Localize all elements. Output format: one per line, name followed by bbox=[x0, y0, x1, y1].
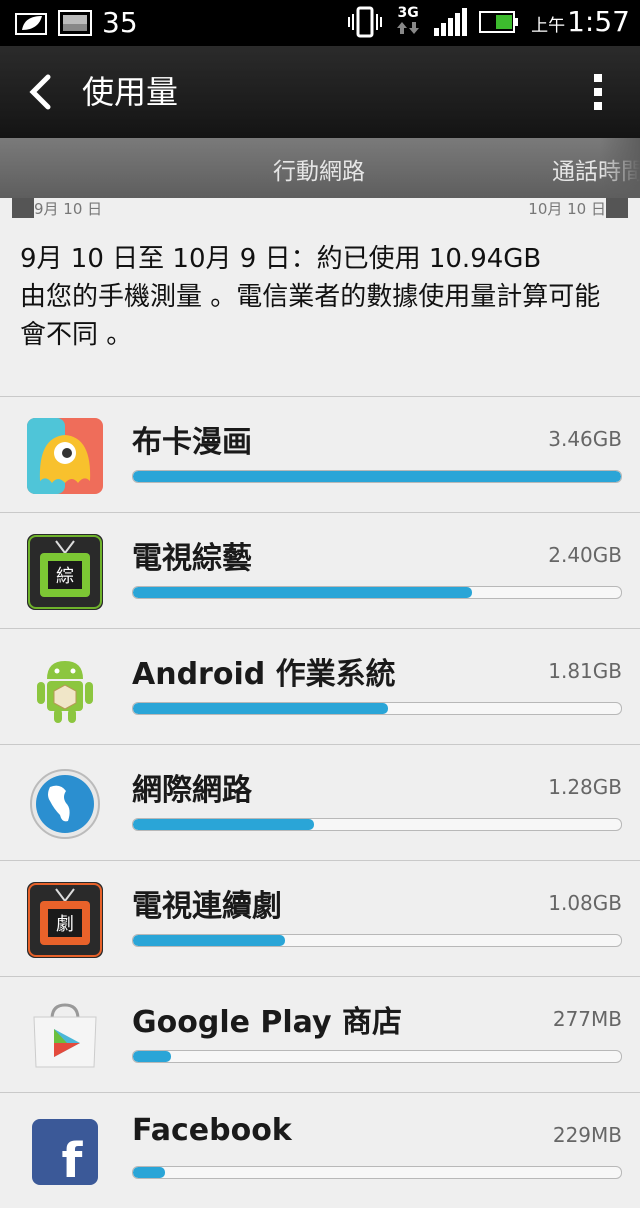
usage-summary-line1: 9月 10 日至 10月 9 日：約已使用 10.94GB bbox=[20, 244, 542, 274]
app-row[interactable]: 劇 電視連續劇 1.08GB bbox=[0, 860, 640, 976]
usage-bar bbox=[132, 934, 622, 947]
app-row[interactable]: f Facebook 229MB bbox=[0, 1092, 640, 1208]
app-row[interactable]: 網際網路 1.28GB bbox=[0, 744, 640, 860]
app-row[interactable]: 綜 電視綜藝 2.40GB bbox=[0, 512, 640, 628]
back-icon[interactable] bbox=[26, 74, 56, 110]
end-handle[interactable] bbox=[606, 198, 628, 218]
usage-summary: 9月 10 日至 10月 9 日：約已使用 10.94GB 由您的手機測量 。電… bbox=[20, 240, 620, 354]
usage-bar-fill bbox=[133, 1051, 172, 1062]
end-date-label: 10月 10 日 bbox=[528, 200, 606, 218]
app-usage-size: 1.28GB bbox=[548, 775, 622, 799]
action-bar: 使用量 bbox=[0, 46, 640, 138]
app-name: 網際網路 bbox=[132, 773, 252, 808]
app-name: 電視綜藝 bbox=[132, 541, 252, 576]
signal-icon bbox=[434, 8, 468, 36]
leaf-icon bbox=[15, 13, 47, 35]
vibrate-icon bbox=[348, 6, 383, 38]
app-row[interactable]: 布卡漫画 3.46GB bbox=[0, 396, 640, 512]
usage-bar bbox=[132, 1166, 622, 1179]
app-usage-size: 2.40GB bbox=[548, 543, 622, 567]
tab-bar: 行動網路 通話時間 bbox=[0, 138, 640, 198]
usage-bar-fill bbox=[133, 471, 621, 482]
usage-bar bbox=[132, 1050, 622, 1063]
overflow-menu-icon[interactable] bbox=[594, 74, 602, 110]
status-bar: 35 3G 上午1:57 bbox=[0, 0, 640, 46]
app-row[interactable]: Android 作業系統 1.81GB bbox=[0, 628, 640, 744]
svg-text:劇: 劇 bbox=[56, 914, 74, 935]
tab-mobile-network[interactable]: 行動網路 bbox=[273, 152, 365, 186]
svg-text:f: f bbox=[62, 1133, 84, 1189]
usage-bar bbox=[132, 470, 622, 483]
app-row[interactable]: Google Play 商店 277MB bbox=[0, 976, 640, 1092]
usage-bar-fill bbox=[133, 819, 314, 830]
android-icon bbox=[37, 661, 93, 723]
app-name: Facebook bbox=[132, 1113, 292, 1148]
clock: 1:57 bbox=[567, 5, 630, 38]
play-store-icon bbox=[33, 1003, 97, 1068]
battery-icon bbox=[479, 11, 519, 33]
app-usage-size: 277MB bbox=[552, 1007, 622, 1031]
app-name: Google Play 商店 bbox=[132, 1005, 402, 1040]
usage-bar bbox=[132, 818, 622, 831]
usage-bar-fill bbox=[133, 1167, 166, 1178]
app-usage-size: 229MB bbox=[552, 1123, 622, 1147]
start-date-label: 9月 10 日 bbox=[34, 200, 103, 218]
app-usage-size: 1.81GB bbox=[548, 659, 622, 683]
app-name: 電視連續劇 bbox=[132, 889, 282, 924]
app-usage-size: 1.08GB bbox=[548, 891, 622, 915]
ampm-label: 上午 bbox=[531, 16, 566, 36]
usage-bar-fill bbox=[133, 703, 389, 714]
usage-bar-fill bbox=[133, 587, 472, 598]
3g-icon: 3G bbox=[395, 6, 421, 39]
usage-bar bbox=[132, 702, 622, 715]
usage-bar bbox=[132, 586, 622, 599]
notification-count: 35 bbox=[102, 6, 138, 39]
page-title: 使用量 bbox=[82, 73, 179, 111]
app-name: 布卡漫画 bbox=[132, 425, 252, 460]
app-name: Android 作業系統 bbox=[132, 657, 396, 692]
image-icon bbox=[58, 10, 92, 36]
tv-variety-icon: 綜 bbox=[27, 534, 103, 610]
buka-comic-icon bbox=[27, 418, 103, 494]
globe-icon bbox=[30, 769, 100, 839]
start-handle[interactable] bbox=[12, 198, 34, 218]
network-type: 3G bbox=[397, 4, 419, 21]
usage-summary-line2: 由您的手機測量 。電信業者的數據使用量計算可能會不同 。 bbox=[20, 282, 601, 350]
app-usage-size: 3.46GB bbox=[548, 427, 622, 451]
app-usage-list: 布卡漫画 3.46GB 綜 電視綜藝 2.40GB Android 作業系統 1… bbox=[0, 396, 640, 1208]
facebook-icon: f bbox=[32, 1119, 98, 1189]
chart-date-range: 9月 10 日 10月 10 日 bbox=[0, 198, 640, 220]
svg-text:綜: 綜 bbox=[56, 566, 74, 587]
usage-bar-fill bbox=[133, 935, 286, 946]
tv-drama-icon: 劇 bbox=[27, 882, 103, 958]
